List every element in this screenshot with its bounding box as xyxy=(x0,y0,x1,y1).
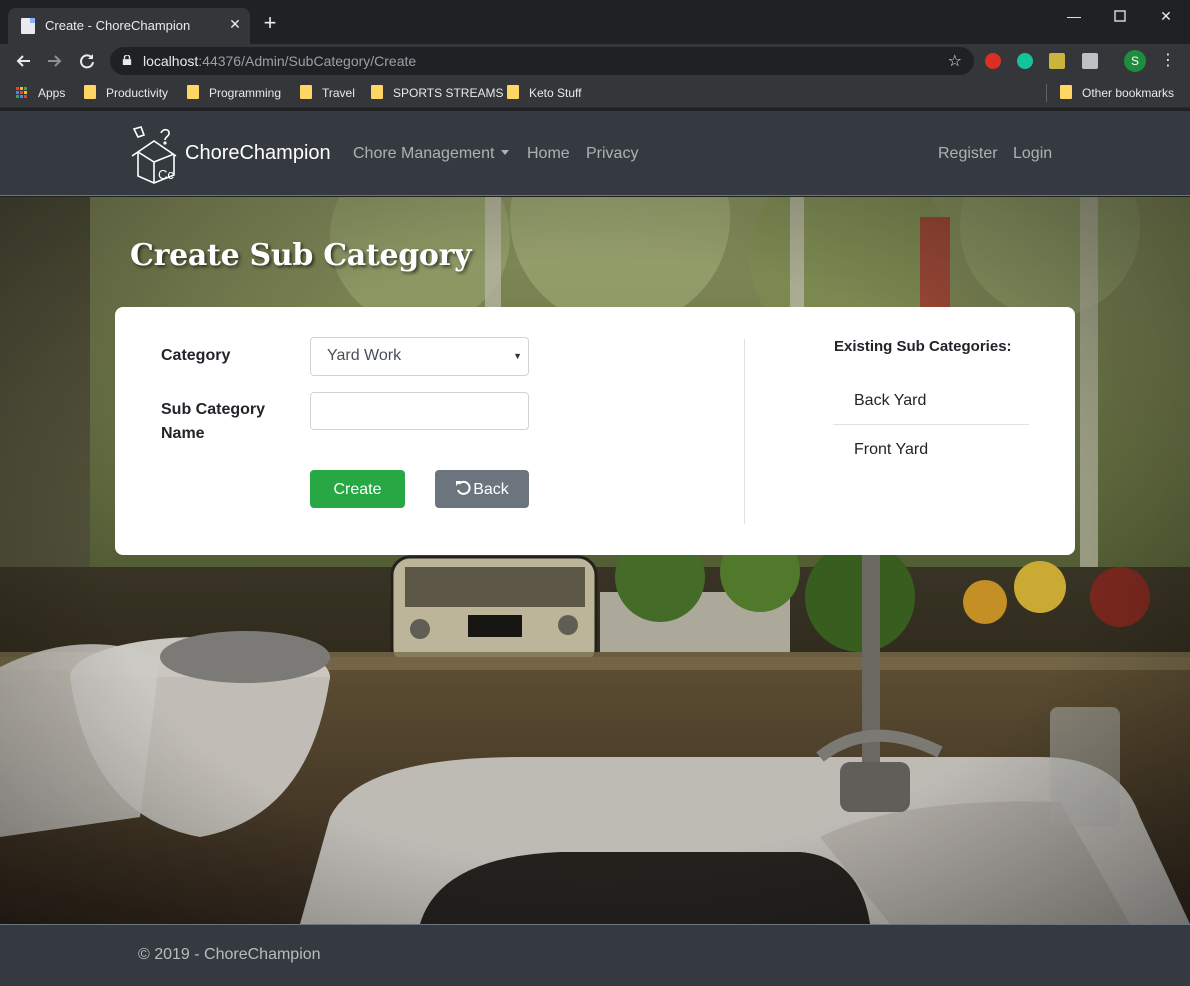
footer-copyright: © 2019 - ChoreChampion xyxy=(138,946,321,963)
kitchen-background: Create Sub Category Category Yard Work ▼… xyxy=(0,197,1190,924)
profile-avatar[interactable]: S xyxy=(1124,50,1146,72)
forward-arrow-icon[interactable] xyxy=(43,49,67,73)
back-button-label: Back xyxy=(473,481,509,498)
bookmarks-separator xyxy=(1046,84,1047,102)
subcategory-name-label-line2: Name xyxy=(161,425,205,442)
folder-icon xyxy=(1060,85,1072,99)
address-bar[interactable]: localhost:44376/Admin/SubCategory/Create… xyxy=(110,47,974,75)
bookmark-productivity[interactable]: Productivity xyxy=(84,85,168,103)
close-window-icon[interactable]: ✕ xyxy=(1156,6,1176,26)
image-extension-icon[interactable] xyxy=(1049,53,1065,69)
new-tab-icon[interactable]: + xyxy=(260,12,280,34)
folder-icon xyxy=(300,85,312,99)
tab-title: Create - ChoreChampion xyxy=(45,18,191,33)
bookmark-travel[interactable]: Travel xyxy=(300,85,355,103)
folder-icon xyxy=(84,85,96,99)
subcategory-name-label: Sub Category Name xyxy=(161,398,265,446)
nav-privacy[interactable]: Privacy xyxy=(586,145,638,163)
category-selected-value: Yard Work xyxy=(327,347,402,364)
back-arrow-icon[interactable] xyxy=(11,49,35,73)
category-select[interactable]: Yard Work ▼ xyxy=(310,337,529,376)
folder-icon xyxy=(371,85,383,99)
site-navbar: Cc ChoreChampion Chore Management Home P… xyxy=(0,111,1190,196)
browser-toolbar: localhost:44376/Admin/SubCategory/Create… xyxy=(0,44,1190,78)
page-title: Create Sub Category xyxy=(130,238,472,273)
adblock-extension-icon[interactable] xyxy=(985,53,1001,69)
existing-subcategories-title: Existing Sub Categories: xyxy=(834,338,1012,355)
bookmark-apps[interactable]: Apps xyxy=(16,85,65,103)
nav-login[interactable]: Login xyxy=(1013,145,1052,163)
site-footer: © 2019 - ChoreChampion xyxy=(0,924,1190,986)
bookmark-star-icon[interactable]: ☆ xyxy=(948,51,962,71)
browser-titlebar: Create - ChoreChampion ✕ + — ✕ xyxy=(0,0,1190,44)
page-favicon-icon xyxy=(21,18,35,34)
card-divider xyxy=(744,339,745,524)
brand-name[interactable]: ChoreChampion xyxy=(185,142,331,165)
subcategory-item-label: Back Yard xyxy=(854,392,927,409)
undo-arrow-icon xyxy=(456,480,471,495)
bookmarks-bar: Apps Productivity Programming Travel SPO… xyxy=(0,78,1190,108)
nav-home[interactable]: Home xyxy=(527,145,570,163)
minimize-icon[interactable]: — xyxy=(1064,6,1084,26)
caret-down-icon xyxy=(501,150,510,155)
list-item: Back Yard xyxy=(833,377,1029,425)
reload-icon[interactable] xyxy=(75,49,99,73)
subcategory-item-label: Front Yard xyxy=(854,441,929,458)
maximize-icon[interactable] xyxy=(1110,6,1130,26)
download-extension-icon[interactable] xyxy=(1082,53,1098,69)
url-text: localhost:44376/Admin/SubCategory/Create xyxy=(143,53,417,69)
apps-grid-icon xyxy=(16,87,28,99)
house-logo-icon[interactable]: Cc xyxy=(128,124,180,184)
lock-icon xyxy=(122,55,132,65)
nav-chore-management-dropdown[interactable]: Chore Management xyxy=(353,145,510,163)
folder-icon xyxy=(187,85,199,99)
list-item: Front Yard xyxy=(833,426,1029,474)
folder-icon xyxy=(507,85,519,99)
bookmark-programming[interactable]: Programming xyxy=(187,85,281,103)
subcategory-name-input[interactable] xyxy=(310,392,529,430)
bookmark-other[interactable]: Other bookmarks xyxy=(1060,85,1174,103)
create-subcategory-card: Category Yard Work ▼ Sub Category Name C… xyxy=(115,307,1075,555)
back-button[interactable]: Back xyxy=(435,470,529,508)
svg-text:Cc: Cc xyxy=(158,167,174,182)
nav-register[interactable]: Register xyxy=(938,145,998,163)
bookmark-keto-stuff[interactable]: Keto Stuff xyxy=(507,85,581,103)
bookmark-sports-streams[interactable]: SPORTS STREAMS xyxy=(371,85,503,103)
category-label: Category xyxy=(161,347,231,364)
grammarly-extension-icon[interactable] xyxy=(1017,53,1033,69)
close-tab-icon[interactable]: ✕ xyxy=(226,15,244,33)
create-button[interactable]: Create xyxy=(310,470,405,508)
dropdown-arrow-icon: ▼ xyxy=(513,351,522,361)
browser-tab[interactable]: Create - ChoreChampion ✕ xyxy=(8,8,250,44)
subcategory-name-label-line1: Sub Category xyxy=(161,401,266,418)
browser-menu-icon[interactable]: ⋮ xyxy=(1160,50,1176,72)
